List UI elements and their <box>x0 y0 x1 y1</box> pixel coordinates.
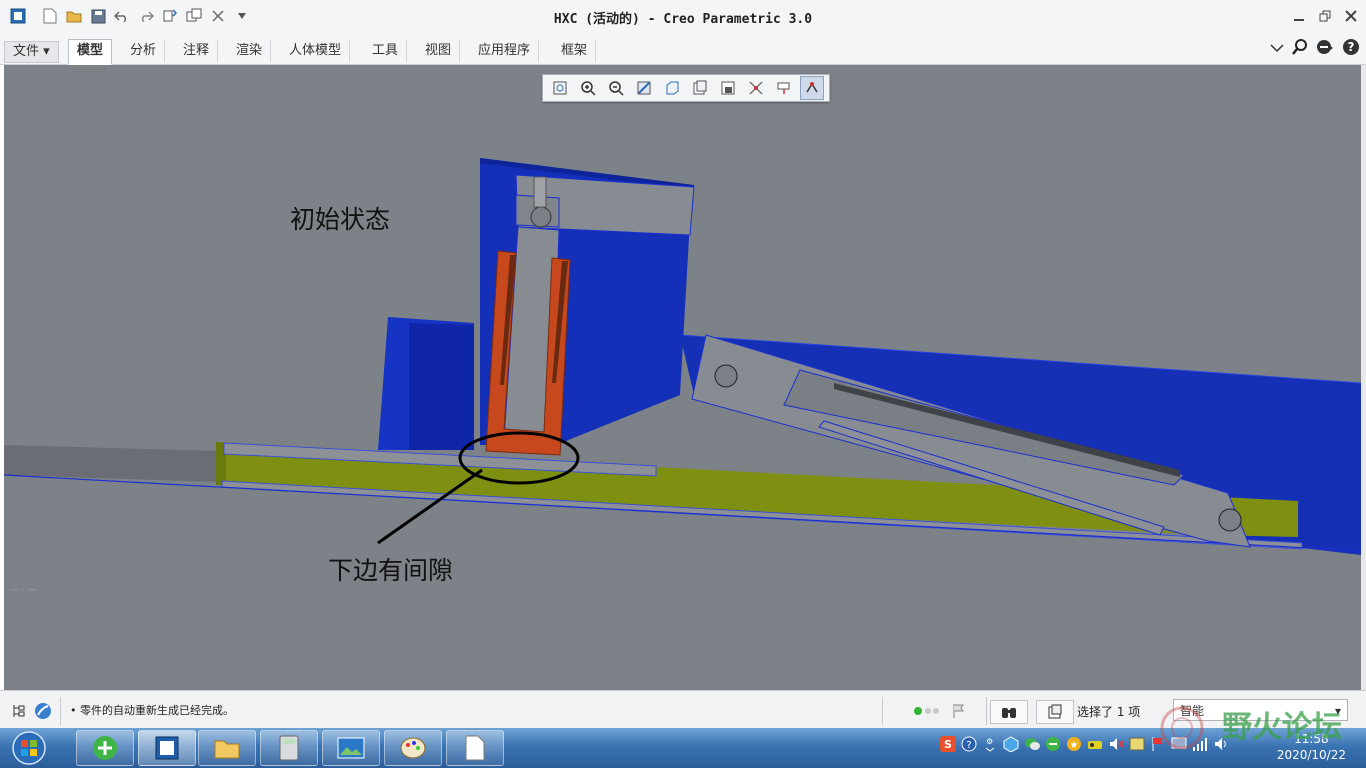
taskbar-document-icon[interactable] <box>446 730 504 766</box>
tab-view[interactable]: 视图 <box>417 40 461 62</box>
tab-analysis[interactable]: 分析 <box>122 40 166 62</box>
tab-tools[interactable]: 工具 <box>364 40 408 62</box>
perspective-icon[interactable] <box>744 76 768 100</box>
annotation-gap-note: 下边有间隙 <box>328 556 454 585</box>
model-scene <box>4 158 1361 555</box>
window-title: HXC (活动的) - Creo Parametric 3.0 <box>553 12 813 27</box>
svg-text:?: ? <box>966 740 971 751</box>
model-tree-toggle-icon[interactable] <box>8 700 30 722</box>
graphics-viewport[interactable]: 初始状态 下边有间隙 — · — <box>4 65 1361 690</box>
taskbar-calculator-icon[interactable] <box>260 730 318 766</box>
zoom-in-icon[interactable] <box>576 76 600 100</box>
start-button[interactable] <box>4 729 54 767</box>
svg-text:★: ★ <box>1070 740 1079 751</box>
search-icon[interactable] <box>1292 39 1308 58</box>
tab-file[interactable]: 文件 ▾ <box>4 41 59 63</box>
tab-render[interactable]: 渲染 <box>228 40 272 62</box>
faint-watermark: — · — <box>10 585 37 595</box>
svg-text:?: ? <box>1348 40 1355 54</box>
collapse-ribbon-icon[interactable] <box>1270 42 1284 56</box>
window-controls <box>1290 8 1360 24</box>
minimize-icon[interactable] <box>1290 8 1308 24</box>
status-message: • 零件的自动重新生成已经完成。 <box>70 704 234 717</box>
tab-manikin[interactable]: 人体模型 <box>281 40 351 62</box>
saved-orientations-icon[interactable] <box>688 76 712 100</box>
display-style-icon[interactable] <box>660 76 684 100</box>
star-tray-icon[interactable]: ★ <box>1066 736 1082 752</box>
datum-display-icon[interactable] <box>800 76 824 100</box>
taskbar-explorer-icon[interactable] <box>198 730 256 766</box>
view-manager-icon[interactable] <box>716 76 740 100</box>
360-tray-icon[interactable] <box>1045 736 1061 752</box>
wechat-tray-icon[interactable] <box>1024 736 1040 752</box>
taskbar-360-icon[interactable] <box>76 730 134 766</box>
annotation-initial-state: 初始状态 <box>290 205 391 234</box>
flag-icon[interactable] <box>948 700 970 722</box>
svg-text:S: S <box>944 738 952 751</box>
ribbon-tabs: 文件 ▾ 模型 分析 注释 渲染 人体模型 工具 视图 应用程序 框架 <box>0 34 1366 65</box>
title-bar: HXC (活动的) - Creo Parametric 3.0 <box>0 0 1366 35</box>
refit-icon[interactable] <box>548 76 572 100</box>
taskbar-creo-icon[interactable] <box>138 730 196 766</box>
repaint-icon[interactable] <box>632 76 656 100</box>
taskbar-photo-icon[interactable] <box>322 730 380 766</box>
tab-framework[interactable]: 框架 <box>553 40 597 62</box>
tab-model[interactable]: 模型 <box>68 39 113 65</box>
help-tray-icon[interactable]: ? <box>961 736 977 752</box>
browser-toggle-icon[interactable] <box>32 700 54 722</box>
network-tray-icon[interactable] <box>1087 736 1103 752</box>
annotation-display-icon[interactable] <box>772 76 796 100</box>
volume-tray-icon[interactable] <box>1108 736 1124 752</box>
tab-applications[interactable]: 应用程序 <box>470 40 540 62</box>
svg-text:⚙: ⚙ <box>986 737 993 746</box>
tab-annotate[interactable]: 注释 <box>175 40 219 62</box>
box-tray-icon[interactable] <box>1003 736 1019 752</box>
ime-tray-icon[interactable] <box>1129 736 1145 752</box>
selected-items-icon[interactable] <box>1036 700 1074 724</box>
regen-status-icon <box>914 700 942 722</box>
find-icon[interactable] <box>990 700 1028 724</box>
help-icon[interactable]: ? <box>1342 38 1360 59</box>
sogou-input-icon[interactable]: S <box>940 736 956 752</box>
zoom-out-icon[interactable] <box>604 76 628 100</box>
community-icon[interactable] <box>1316 39 1334 58</box>
restore-icon[interactable] <box>1316 8 1334 24</box>
taskbar-paint-icon[interactable] <box>384 730 442 766</box>
settings-tray-icon[interactable]: ⚙ <box>982 736 998 752</box>
ribbon-right-tools: ? <box>1270 38 1360 59</box>
forum-watermark: 野火论坛 <box>1158 700 1348 760</box>
view-toolbar <box>542 74 830 102</box>
selection-count: 选择了 1 项 <box>1077 705 1141 719</box>
close-icon[interactable] <box>1342 8 1360 24</box>
viewport-right-edge <box>1361 65 1366 690</box>
